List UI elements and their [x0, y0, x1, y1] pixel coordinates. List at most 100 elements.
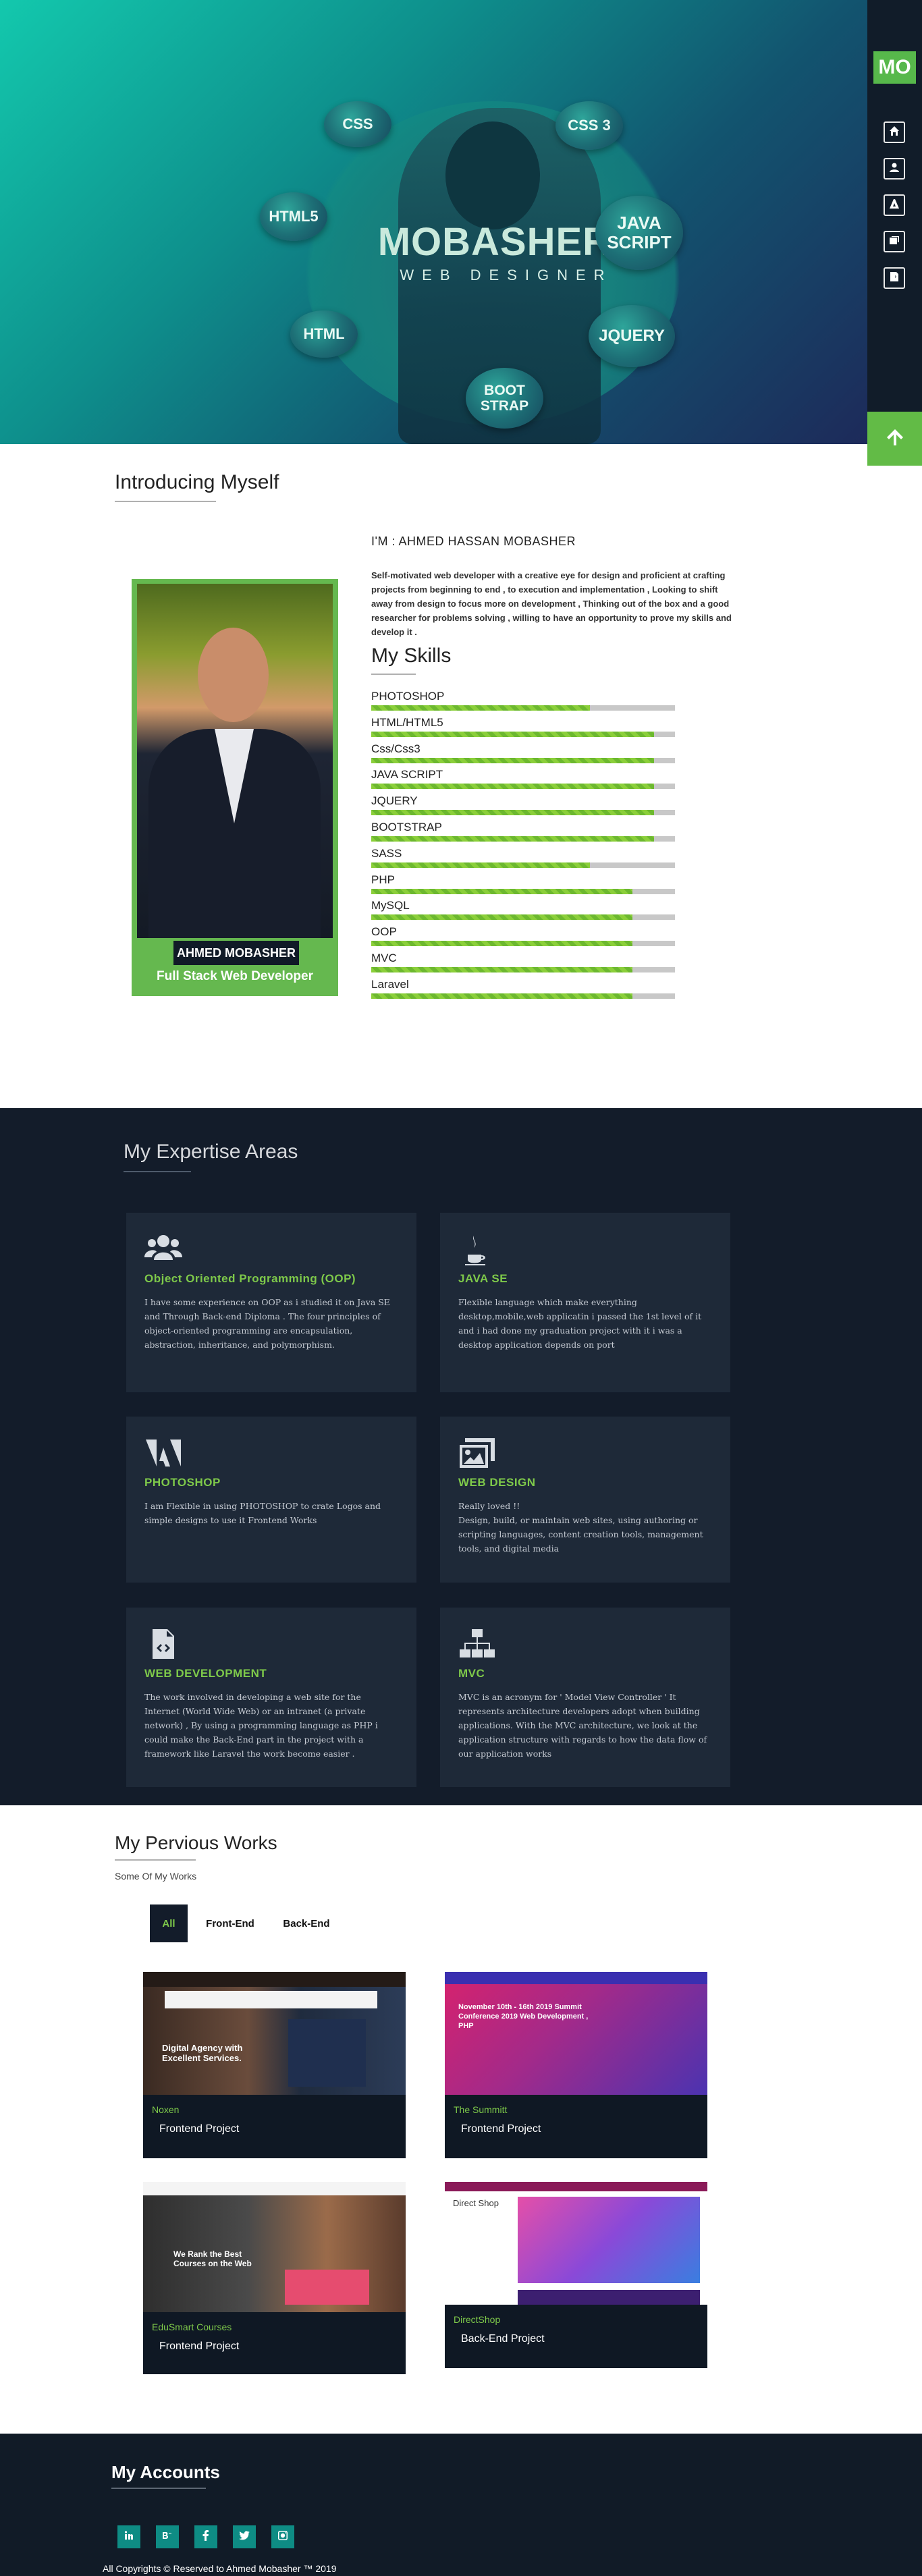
- skills-title: My Skills: [371, 645, 452, 667]
- screenshot-topbar: [445, 2182, 707, 2191]
- about-title-underline: [115, 501, 216, 502]
- skill-label: PHP: [371, 873, 395, 886]
- site-logo[interactable]: MO: [873, 51, 916, 84]
- skill-bar: [371, 731, 675, 737]
- work-type: Frontend Project: [159, 2340, 240, 2352]
- screenshot-banner: [518, 2197, 700, 2283]
- bubble-css3: CSS 3: [555, 101, 623, 150]
- code-file-icon: [144, 1628, 182, 1660]
- expertise-card-mvc: MVC MVC is an acronym for ' Model View C…: [440, 1608, 730, 1787]
- footer: [0, 2434, 922, 2576]
- nav-skills-button[interactable]: [884, 194, 905, 216]
- linkedin-link[interactable]: [117, 2525, 140, 2548]
- card-title: WEB DESIGN: [458, 1476, 536, 1489]
- card-text: Really loved !! Design, build, or mainta…: [458, 1501, 703, 1554]
- user-icon: [889, 162, 900, 176]
- skill-bar-fill: [371, 731, 654, 737]
- full-name: I'M : AHMED HASSAN MOBASHER: [371, 535, 576, 548]
- expertise-card-java: JAVA SE Flexible language which make eve…: [440, 1213, 730, 1392]
- card-title: MVC: [458, 1667, 485, 1680]
- work-card-edusmart[interactable]: We Rank the Best Courses on the Web EduS…: [143, 2182, 406, 2374]
- skill-bar-fill: [371, 862, 590, 868]
- screenshot-products: [518, 2290, 700, 2305]
- bubble-bootstrap: BOOT STRAP: [466, 368, 543, 429]
- profile-photo-face: [198, 628, 269, 722]
- skill-label: OOP: [371, 925, 397, 939]
- scroll-top-button[interactable]: [867, 412, 922, 466]
- skill-bar-fill: [371, 757, 654, 763]
- skill-label: JAVA SCRIPT: [371, 768, 443, 782]
- work-category: Noxen: [152, 2104, 180, 2115]
- profile-name-tag: AHMED MOBASHER: [173, 941, 299, 965]
- nav-contact-button[interactable]: [884, 267, 905, 289]
- nav-about-button[interactable]: [884, 158, 905, 180]
- skill-bar-fill: [371, 784, 654, 790]
- skill-bar: [371, 993, 675, 999]
- screenshot-headline: November 10th - 16th 2019 Summit Confere…: [458, 2003, 589, 2030]
- skill-bar: [371, 784, 675, 790]
- work-screenshot: Digital Agency with Excellent Services.: [143, 1972, 406, 2095]
- screenshot-image: [288, 2019, 366, 2087]
- skill-label: PHOTOSHOP: [371, 690, 445, 703]
- work-card-summitt[interactable]: November 10th - 16th 2019 Summit Confere…: [445, 1972, 707, 2158]
- skill-label: JQUERY: [371, 794, 418, 808]
- copyright: All Copyrights © Reserved to Ahmed Mobas…: [103, 2563, 337, 2574]
- facebook-icon: [200, 2529, 211, 2544]
- skill-label: MySQL: [371, 899, 410, 912]
- work-type: Frontend Project: [461, 2123, 541, 2135]
- card-title: JAVA SE: [458, 1272, 508, 1285]
- skill-bar: [371, 888, 675, 894]
- work-category: EduSmart Courses: [152, 2322, 232, 2332]
- skill-bar-fill: [371, 705, 590, 711]
- screenshot-headline: Direct Shop: [453, 2198, 499, 2208]
- work-card-noxen[interactable]: Digital Agency with Excellent Services. …: [143, 1972, 406, 2158]
- filter-back-end[interactable]: Back-End: [273, 1904, 340, 1942]
- behance-link[interactable]: [156, 2525, 179, 2548]
- skill-label: SASS: [371, 846, 402, 860]
- skill-row: Laravel: [371, 978, 675, 999]
- filter-front-end[interactable]: Front-End: [197, 1904, 263, 1942]
- expertise-card-web-design: WEB DESIGN Really loved !! Design, build…: [440, 1417, 730, 1583]
- skill-bar-fill: [371, 810, 654, 816]
- instagram-link[interactable]: [271, 2525, 294, 2548]
- screenshot-topbar: [143, 1972, 406, 1987]
- skill-row: JAVA SCRIPT: [371, 768, 675, 790]
- work-card-directshop[interactable]: Direct Shop DirectShop Back-End Project: [445, 2182, 707, 2368]
- bubble-javascript: JAVA SCRIPT: [595, 196, 683, 270]
- card-title: WEB DEVELOPMENT: [144, 1667, 267, 1680]
- bubble-html5: HTML5: [260, 192, 327, 241]
- skill-label: BOOTSTRAP: [371, 821, 442, 833]
- skill-bar-fill: [371, 836, 654, 842]
- works-title: My Pervious Works: [115, 1832, 277, 1853]
- work-category: DirectShop: [454, 2314, 501, 2325]
- facebook-link[interactable]: [194, 2525, 217, 2548]
- skill-bar-fill: [371, 888, 632, 894]
- arrow-up-icon: [884, 427, 906, 451]
- work-screenshot: We Rank the Best Courses on the Web: [143, 2182, 406, 2312]
- sitemap-icon: [458, 1628, 496, 1660]
- screenshot-headline: We Rank the Best Courses on the Web: [173, 2249, 252, 2268]
- bubble-css: CSS: [324, 101, 391, 147]
- skill-bar: [371, 967, 675, 972]
- expertise-title-underline: [124, 1171, 191, 1172]
- skill-row: PHP: [371, 873, 675, 894]
- accounts-title-underline: [111, 2488, 206, 2489]
- work-screenshot: November 10th - 16th 2019 Summit Confere…: [445, 1972, 707, 2095]
- nav-home-button[interactable]: [884, 121, 905, 143]
- skill-row: Css/Css3: [371, 742, 675, 763]
- skill-row: BOOTSTRAP: [371, 821, 675, 842]
- expertise-card-web-development: WEB DEVELOPMENT The work involved in dev…: [126, 1608, 416, 1787]
- users-icon: [144, 1233, 182, 1265]
- skill-row: HTML/HTML5: [371, 716, 675, 737]
- work-screenshot: Direct Shop: [445, 2182, 707, 2305]
- skill-bar: [371, 757, 675, 763]
- twitter-link[interactable]: [233, 2525, 256, 2548]
- skill-row: OOP: [371, 925, 675, 947]
- hero-banner: MOBASHER . WEB DESIGNER CSS CSS 3 HTML5 …: [0, 0, 867, 444]
- expertise-title: My Expertise Areas: [124, 1141, 298, 1163]
- skills-title-underline: [371, 674, 416, 675]
- filter-all[interactable]: All: [150, 1904, 188, 1942]
- work-category: The Summitt: [454, 2104, 508, 2115]
- nav-works-button[interactable]: [884, 231, 905, 252]
- skill-bar: [371, 810, 675, 816]
